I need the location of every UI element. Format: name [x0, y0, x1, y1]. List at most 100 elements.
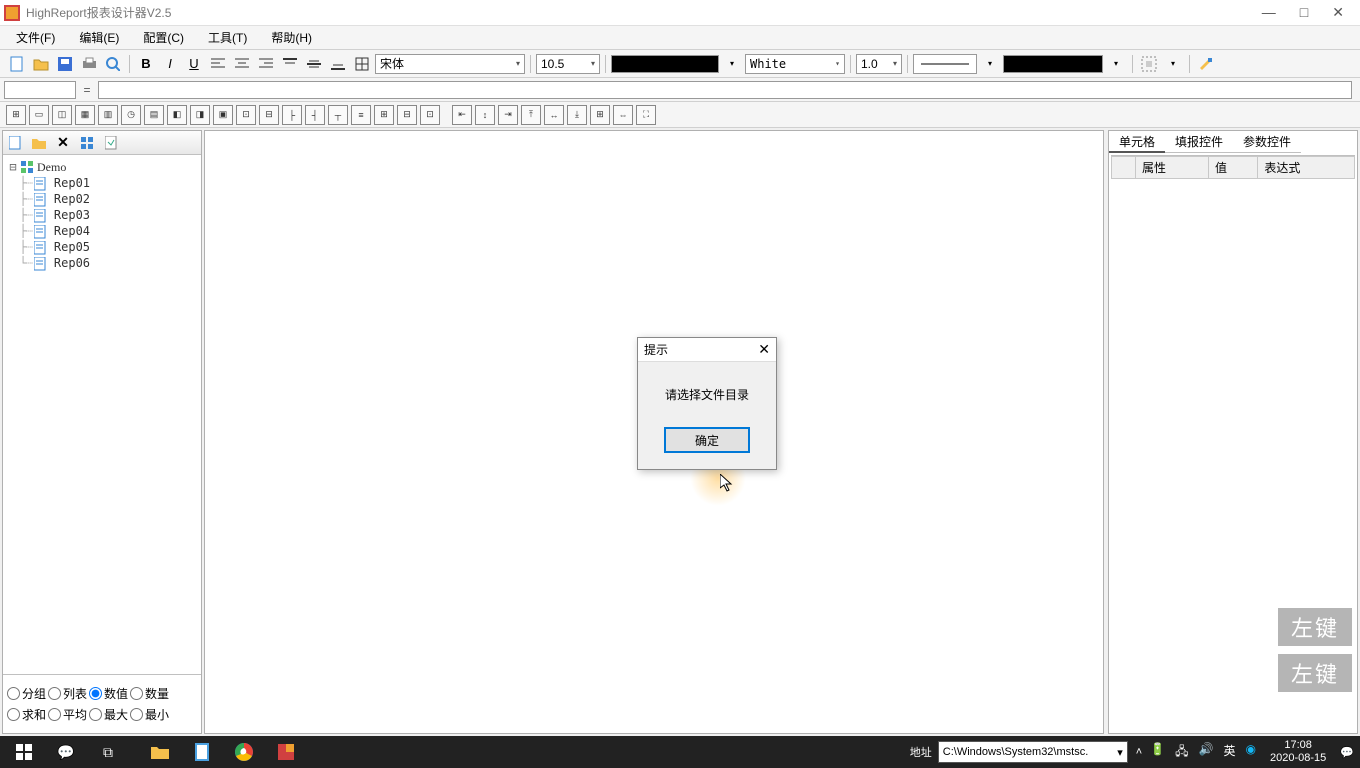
tree-item[interactable]: Rep05	[54, 240, 90, 254]
formula-input[interactable]	[98, 81, 1352, 99]
tb2-19[interactable]: ⊡	[420, 105, 440, 125]
tray-notification-icon[interactable]: 💬	[1340, 746, 1354, 759]
right-tab-param[interactable]: 参数控件	[1233, 131, 1301, 153]
tb2-15[interactable]: ┬	[328, 105, 348, 125]
explorer-icon[interactable]	[140, 737, 180, 767]
align-center-icon[interactable]	[231, 53, 253, 75]
tb2-3[interactable]: ◫	[52, 105, 72, 125]
tb2-5[interactable]: ▥	[98, 105, 118, 125]
dialog-ok-button[interactable]: 确定	[664, 427, 750, 453]
save-icon[interactable]	[54, 53, 76, 75]
tray-up-icon[interactable]: ˄	[1136, 746, 1142, 758]
start-icon[interactable]	[4, 737, 44, 767]
opt-最小[interactable]: 最小	[130, 706, 169, 723]
opt-数量[interactable]: 数量	[130, 685, 169, 702]
close-button[interactable]: ✕	[1332, 4, 1344, 21]
tb2-23[interactable]: ⤒	[521, 105, 541, 125]
font-size-combo[interactable]: 10.5▾	[536, 54, 600, 74]
lp-tab-folder-icon[interactable]	[31, 135, 47, 151]
preview-icon[interactable]	[102, 53, 124, 75]
borders-icon[interactable]	[1138, 53, 1160, 75]
tree-item[interactable]: Rep02	[54, 192, 90, 206]
tb2-13[interactable]: ├	[282, 105, 302, 125]
linewidth-combo[interactable]: 1.0▾	[856, 54, 902, 74]
linestyle-combo[interactable]	[913, 54, 977, 74]
chrome-icon[interactable]	[224, 737, 264, 767]
tb2-2[interactable]: ▭	[29, 105, 49, 125]
bold-icon[interactable]: B	[135, 53, 157, 75]
opt-最大[interactable]: 最大	[89, 706, 128, 723]
linestyle-dd-icon[interactable]: ▾	[979, 53, 1001, 75]
linecolor-swatch[interactable]	[1003, 55, 1103, 73]
opt-平均[interactable]: 平均	[48, 706, 87, 723]
menu-config[interactable]: 配置(C)	[131, 27, 196, 48]
border-icon[interactable]	[351, 53, 373, 75]
notepad-icon[interactable]	[182, 737, 222, 767]
valign-top-icon[interactable]	[279, 53, 301, 75]
menu-file[interactable]: 文件(F)	[4, 27, 67, 48]
brush-icon[interactable]	[1195, 53, 1217, 75]
tb2-11[interactable]: ⊡	[236, 105, 256, 125]
valign-middle-icon[interactable]	[303, 53, 325, 75]
dialog-close-icon[interactable]: ✕	[758, 341, 770, 358]
tb2-1[interactable]: ⊞	[6, 105, 26, 125]
tb2-25[interactable]: ⤓	[567, 105, 587, 125]
tb2-8[interactable]: ◧	[167, 105, 187, 125]
tb2-10[interactable]: ▣	[213, 105, 233, 125]
bgcolor-combo[interactable]: White▾	[745, 54, 845, 74]
tree-item[interactable]: Rep04	[54, 224, 90, 238]
forecolor-dd-icon[interactable]: ▾	[721, 53, 743, 75]
taskview-icon[interactable]: ⧉	[88, 737, 128, 767]
cortana-icon[interactable]: 💬	[46, 737, 86, 767]
linecolor-dd-icon[interactable]: ▾	[1105, 53, 1127, 75]
new-icon[interactable]	[6, 53, 28, 75]
right-tab-cell[interactable]: 单元格	[1109, 131, 1165, 153]
tray-network-icon[interactable]: 🖧	[1175, 742, 1188, 763]
app-taskbar-icon[interactable]	[266, 737, 306, 767]
tb2-17[interactable]: ⊞	[374, 105, 394, 125]
italic-icon[interactable]: I	[159, 53, 181, 75]
tree-item[interactable]: Rep01	[54, 176, 90, 190]
borders-dd-icon[interactable]: ▾	[1162, 53, 1184, 75]
tray-battery-icon[interactable]: 🔋	[1150, 742, 1165, 763]
lp-tab-close-icon[interactable]: ✕	[55, 135, 71, 151]
opt-求和[interactable]: 求和	[7, 706, 46, 723]
taskbar-clock[interactable]: 17:08 2020-08-15	[1264, 739, 1332, 765]
file-tree[interactable]: ⊟Demo ├┈Rep01 ├┈Rep02 ├┈Rep03 ├┈Rep04 ├┈…	[3, 155, 201, 674]
opt-列表[interactable]: 列表	[48, 685, 87, 702]
tb2-4[interactable]: ▦	[75, 105, 95, 125]
tb2-9[interactable]: ◨	[190, 105, 210, 125]
tb2-16[interactable]: ≡	[351, 105, 371, 125]
tree-item[interactable]: Rep06	[54, 256, 90, 270]
menu-edit[interactable]: 编辑(E)	[67, 27, 131, 48]
tb2-18[interactable]: ⊟	[397, 105, 417, 125]
tb2-6[interactable]: ◷	[121, 105, 141, 125]
tb2-20[interactable]: ⇤	[452, 105, 472, 125]
minimize-button[interactable]: —	[1262, 4, 1276, 21]
tb2-12[interactable]: ⊟	[259, 105, 279, 125]
tb2-7[interactable]: ▤	[144, 105, 164, 125]
tb2-21[interactable]: ↕	[475, 105, 495, 125]
right-tab-fill[interactable]: 填报控件	[1165, 131, 1233, 153]
lp-tab-file-icon[interactable]	[7, 135, 23, 151]
tree-root[interactable]: Demo	[37, 160, 66, 175]
maximize-button[interactable]: □	[1300, 4, 1308, 21]
tb2-26[interactable]: ⊞	[590, 105, 610, 125]
tray-qq-icon[interactable]: ◉	[1246, 742, 1256, 763]
open-icon[interactable]	[30, 53, 52, 75]
tray-volume-icon[interactable]: 🔊	[1199, 742, 1214, 763]
align-right-icon[interactable]	[255, 53, 277, 75]
opt-数值[interactable]: 数值	[89, 685, 128, 702]
opt-分组[interactable]: 分组	[7, 685, 46, 702]
menu-tool[interactable]: 工具(T)	[196, 27, 259, 48]
tb2-28[interactable]: ⛶	[636, 105, 656, 125]
align-left-icon[interactable]	[207, 53, 229, 75]
tree-item[interactable]: Rep03	[54, 208, 90, 222]
print-icon[interactable]	[78, 53, 100, 75]
valign-bottom-icon[interactable]	[327, 53, 349, 75]
tb2-24[interactable]: ↔	[544, 105, 564, 125]
lp-tab-refresh-icon[interactable]	[103, 135, 119, 151]
tb2-22[interactable]: ⇥	[498, 105, 518, 125]
tb2-27[interactable]: ⇔	[613, 105, 633, 125]
menu-help[interactable]: 帮助(H)	[259, 27, 324, 48]
